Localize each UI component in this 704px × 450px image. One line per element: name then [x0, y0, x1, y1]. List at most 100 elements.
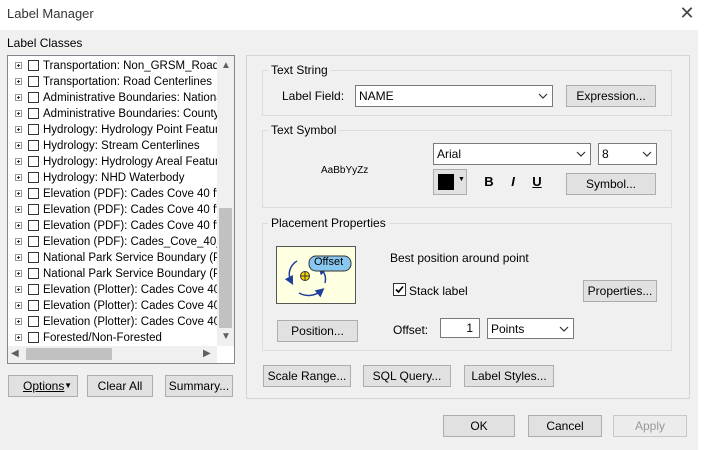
offset-label: Offset:: [393, 323, 429, 337]
chevron-down-icon: [576, 151, 586, 157]
label-class-item[interactable]: Elevation (Plotter): Cades Cove 40 f: [8, 314, 228, 330]
label-class-item[interactable]: Elevation (PDF): Cades Cove 40 ft I: [8, 218, 228, 234]
label-class-item[interactable]: Elevation (Plotter): Cades Cove 40 f: [8, 298, 228, 314]
label-class-item[interactable]: Administrative Boundaries: National: [8, 90, 228, 106]
expression-button[interactable]: Expression...: [566, 85, 656, 107]
label-class-checkbox[interactable]: [28, 284, 39, 295]
expand-icon[interactable]: [15, 302, 22, 309]
label-class-checkbox[interactable]: [28, 188, 39, 199]
label-class-item[interactable]: Hydrology: Stream Centerlines: [8, 138, 228, 154]
chevron-down-icon: [642, 151, 652, 157]
label-class-item[interactable]: Administrative Boundaries: County B: [8, 106, 228, 122]
font-preview: AaBbYyZz: [321, 165, 369, 176]
summary-button[interactable]: Summary...: [165, 375, 233, 397]
label-class-checkbox[interactable]: [28, 300, 39, 311]
label-class-item[interactable]: Transportation: Road Centerlines: [8, 74, 228, 90]
label-class-checkbox[interactable]: [28, 156, 39, 167]
label-class-checkbox[interactable]: [28, 76, 39, 87]
text-color-button[interactable]: ▼: [433, 169, 467, 195]
label-class-checkbox[interactable]: [28, 140, 39, 151]
label-class-item[interactable]: Hydrology: Hydrology Areal Feature: [8, 154, 228, 170]
expand-icon[interactable]: [15, 174, 22, 181]
expand-icon[interactable]: [15, 190, 22, 197]
label-class-name: Elevation (PDF): Cades Cove 40 ft D: [43, 188, 228, 200]
label-class-checkbox[interactable]: [28, 60, 39, 71]
expand-icon[interactable]: [15, 222, 22, 229]
expand-icon[interactable]: [15, 318, 22, 325]
expand-icon[interactable]: [15, 126, 22, 133]
label-class-checkbox[interactable]: [28, 204, 39, 215]
expand-icon[interactable]: [15, 110, 22, 117]
expand-icon[interactable]: [15, 238, 22, 245]
expand-icon[interactable]: [15, 334, 22, 341]
label-class-item[interactable]: Hydrology: Hydrology Point Feature: [8, 122, 228, 138]
label-field-select[interactable]: NAME: [355, 85, 553, 107]
symbol-button[interactable]: Symbol...: [566, 173, 656, 195]
options-label: Options: [23, 379, 65, 393]
bold-button[interactable]: B: [479, 172, 499, 192]
label-class-item[interactable]: National Park Service Boundary (Plo: [8, 266, 228, 282]
offset-unit-select[interactable]: Points: [487, 318, 574, 339]
label-class-checkbox[interactable]: [28, 236, 39, 247]
label-class-item[interactable]: Hydrology: NHD Waterbody: [8, 170, 228, 186]
close-icon[interactable]: ✕: [678, 4, 696, 22]
expand-icon[interactable]: [15, 206, 22, 213]
font-select[interactable]: Arial: [433, 143, 591, 165]
options-button[interactable]: Options ▼: [8, 375, 78, 397]
label-class-name: Hydrology: Stream Centerlines: [43, 140, 200, 152]
expand-icon[interactable]: [15, 158, 22, 165]
label-class-checkbox[interactable]: [28, 92, 39, 103]
clear-all-button[interactable]: Clear All: [87, 375, 153, 397]
expand-icon[interactable]: [15, 142, 22, 149]
expand-icon[interactable]: [15, 286, 22, 293]
label-class-checkbox[interactable]: [28, 252, 39, 263]
offset-unit-value: Points: [491, 322, 525, 336]
cancel-button[interactable]: Cancel: [528, 415, 602, 437]
label-class-item[interactable]: Forested/Non-Forested: [8, 330, 228, 346]
offset-input[interactable]: 1: [440, 318, 480, 338]
expand-icon[interactable]: [15, 254, 22, 261]
label-class-item[interactable]: National Park Service Boundary (PDF: [8, 250, 228, 266]
label-class-checkbox[interactable]: [28, 124, 39, 135]
apply-button[interactable]: Apply: [613, 415, 687, 437]
position-button[interactable]: Position...: [277, 320, 358, 342]
label-styles-button[interactable]: Label Styles...: [464, 365, 554, 387]
label-class-checkbox[interactable]: [28, 172, 39, 183]
sql-query-button[interactable]: SQL Query...: [363, 365, 451, 387]
properties-button[interactable]: Properties...: [583, 280, 657, 302]
dropdown-arrow-icon: ▼: [458, 176, 465, 183]
label-classes-list[interactable]: Transportation: Non_GRSM_Roads Transporta…: [7, 55, 235, 364]
font-size-select[interactable]: 8: [598, 143, 657, 165]
stack-label-checkbox[interactable]: [393, 283, 406, 296]
offset-badge: Offset: [314, 256, 344, 268]
label-class-name: Transportation: Road Centerlines: [43, 76, 212, 88]
expand-icon[interactable]: [15, 94, 22, 101]
label-class-item[interactable]: Elevation (PDF): Cades Cove 40 ft D: [8, 186, 228, 202]
scroll-right-icon[interactable]: ▶: [203, 348, 211, 360]
horizontal-scroll-thumb[interactable]: [26, 348, 112, 360]
label-class-checkbox[interactable]: [28, 108, 39, 119]
background-window-strip: [698, 30, 704, 450]
label-class-item[interactable]: Elevation (PDF): Cades Cove 40 ft I: [8, 202, 228, 218]
scroll-left-icon[interactable]: ◀: [11, 348, 19, 360]
label-class-name: Elevation (PDF): Cades Cove 40 ft I: [43, 204, 226, 216]
scroll-up-icon[interactable]: ▲: [221, 60, 231, 72]
underline-button[interactable]: U: [527, 172, 547, 192]
label-class-item[interactable]: Transportation: Non_GRSM_Roads: [8, 58, 228, 74]
ok-button[interactable]: OK: [443, 415, 515, 437]
expand-icon[interactable]: [15, 270, 22, 277]
label-class-checkbox[interactable]: [28, 220, 39, 231]
scroll-down-icon[interactable]: ▼: [221, 331, 231, 343]
label-class-item[interactable]: Elevation (Plotter): Cades Cove 40 f: [8, 282, 228, 298]
label-class-checkbox[interactable]: [28, 316, 39, 327]
expand-icon[interactable]: [15, 78, 22, 85]
expand-icon[interactable]: [15, 62, 22, 69]
font-value: Arial: [437, 147, 462, 161]
scale-range-button[interactable]: Scale Range...: [263, 365, 351, 387]
vertical-scroll-thumb[interactable]: [219, 208, 232, 328]
label-class-checkbox[interactable]: [28, 332, 39, 343]
window-title: Label Manager: [7, 6, 94, 21]
label-class-item[interactable]: Elevation (PDF): Cades_Cove_40_ft: [8, 234, 228, 250]
label-class-checkbox[interactable]: [28, 268, 39, 279]
italic-button[interactable]: I: [503, 172, 523, 192]
